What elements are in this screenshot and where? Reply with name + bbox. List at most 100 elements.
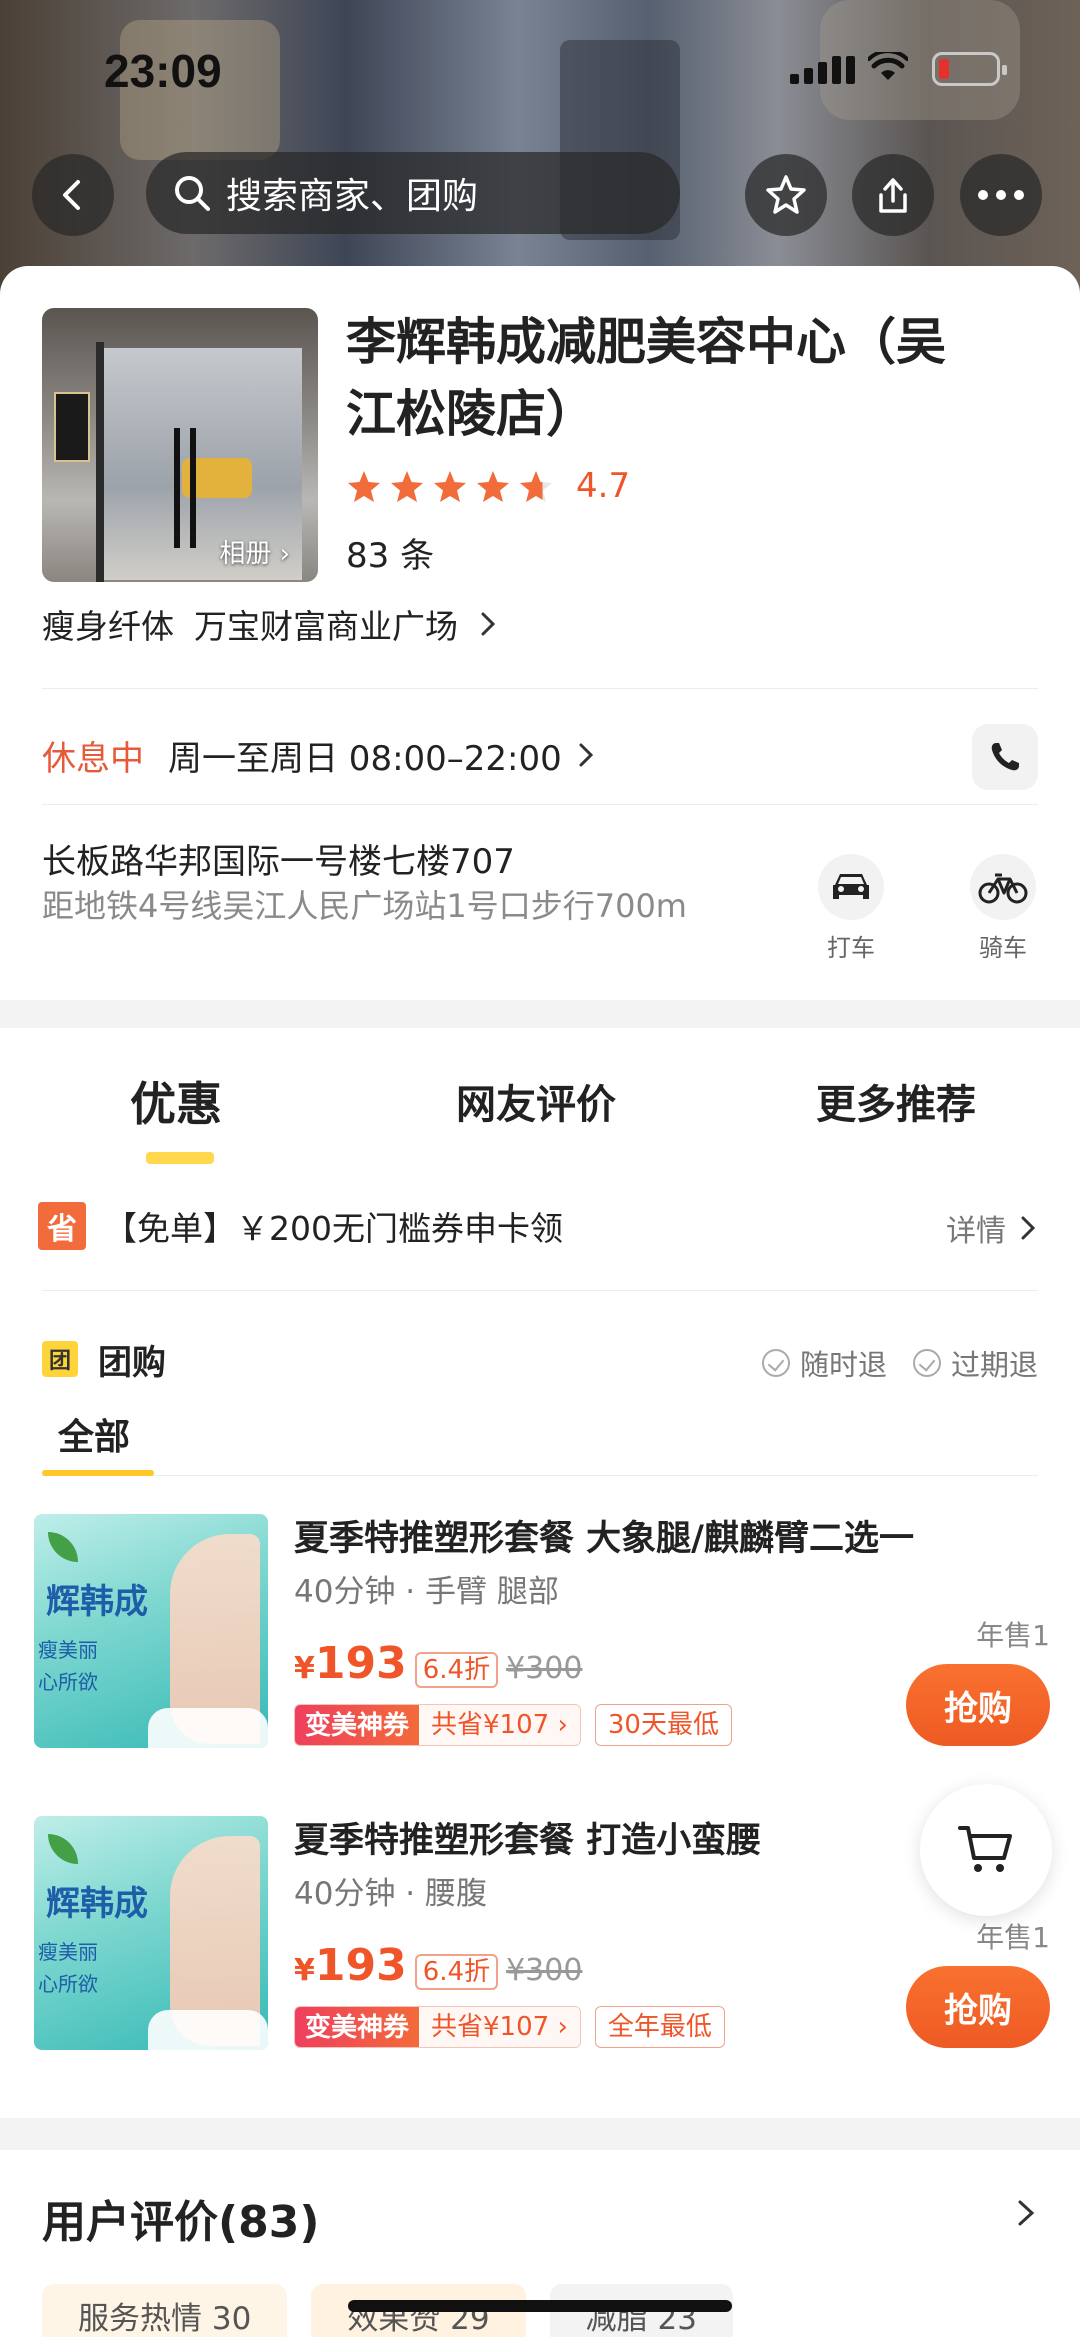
shop-name-line2: 江松陵店） bbox=[346, 385, 596, 443]
section-tabs: 优惠 网友评价 更多推荐 bbox=[0, 1068, 1080, 1164]
tab-recommend[interactable]: 更多推荐 bbox=[816, 1072, 976, 1130]
deal-image: 辉韩成 瘦美丽 心所欲 bbox=[34, 1816, 268, 2050]
phone-button[interactable] bbox=[972, 724, 1038, 790]
lowest-price-tag: 全年最低 bbox=[594, 2006, 725, 2048]
subtab-all[interactable]: 全部 bbox=[58, 1408, 130, 1460]
deal-item[interactable]: 辉韩成 瘦美丽 心所欲 夏季特推塑形套餐 大象腿/麒麟臂二选一 40分钟 · 手臂… bbox=[34, 1514, 1080, 1750]
top-nav: 搜索商家、团购 bbox=[0, 152, 1080, 240]
coupon-row[interactable]: 省 【免单】￥200无门槛券申卡领 详情 bbox=[38, 1198, 1038, 1254]
group-buy-title: 团购 bbox=[98, 1342, 166, 1383]
business-hours-row[interactable]: 休息中 周一至周日 08:00–22:00 bbox=[42, 720, 1038, 790]
rating-stars bbox=[346, 468, 566, 508]
buy-button[interactable]: 抢购 bbox=[906, 1664, 1050, 1746]
check-circle-icon bbox=[761, 1349, 790, 1377]
tab-offers[interactable]: 优惠 bbox=[130, 1068, 222, 1134]
shop-category: 瘦身纤体 bbox=[42, 607, 174, 646]
deal-meta: 40分钟 · 腰腹 bbox=[294, 1876, 488, 1912]
refund-policies: 随时退 过期退 bbox=[761, 1342, 1038, 1384]
deals-section: 优惠 网友评价 更多推荐 省 【免单】￥200无门槛券申卡领 详情 团 团购 随… bbox=[0, 1028, 1080, 2118]
star-outline-icon bbox=[766, 175, 806, 214]
wifi-icon bbox=[868, 52, 908, 80]
shop-address[interactable]: 长板路华邦国际一号楼七楼707 bbox=[42, 834, 515, 883]
divider bbox=[42, 688, 1038, 689]
shop-photo[interactable]: 相册 › bbox=[42, 308, 318, 582]
coupon-tag[interactable]: 变美神券 共省¥107 › bbox=[294, 1704, 581, 1746]
more-dots-icon bbox=[978, 190, 1024, 200]
back-button[interactable] bbox=[32, 154, 114, 236]
group-buy-icon: 团 bbox=[42, 1341, 78, 1377]
subtab-indicator bbox=[42, 1470, 154, 1476]
search-placeholder: 搜索商家、团购 bbox=[226, 176, 479, 217]
price-value: 193 bbox=[314, 1940, 407, 1991]
taxi-label: 打车 bbox=[827, 934, 875, 962]
deal-image: 辉韩成 瘦美丽 心所欲 bbox=[34, 1514, 268, 1748]
chevron-right-icon bbox=[1021, 1216, 1036, 1240]
bike-button[interactable]: 骑车 bbox=[968, 854, 1038, 963]
bike-label: 骑车 bbox=[979, 934, 1027, 962]
annual-sales: 年售1 bbox=[976, 1619, 1050, 1652]
chevron-right-icon bbox=[481, 612, 496, 636]
shop-mall: 万宝财富商业广场 bbox=[194, 607, 458, 646]
cellular-signal-icon bbox=[790, 56, 855, 84]
cart-button[interactable] bbox=[920, 1784, 1052, 1916]
chevron-left-icon bbox=[63, 180, 80, 210]
buy-button[interactable]: 抢购 bbox=[906, 1966, 1050, 2048]
refund-expired: 过期退 bbox=[912, 1342, 1038, 1384]
hours-text: 周一至周日 08:00–22:00 bbox=[168, 738, 562, 779]
coupon-tag[interactable]: 变美神券 共省¥107 › bbox=[294, 2006, 581, 2048]
price-value: 193 bbox=[314, 1638, 407, 1689]
shop-info-card: 相册 › 李辉韩成减肥美容中心（吴 江松陵店） 4.7 83 条 瘦身纤体 万宝… bbox=[0, 266, 1080, 1000]
album-link[interactable]: 相册 › bbox=[219, 533, 290, 570]
active-tab-indicator bbox=[146, 1152, 214, 1164]
coupon-detail-link[interactable]: 详情 bbox=[946, 1206, 1038, 1250]
annual-sales: 年售1 bbox=[976, 1921, 1050, 1954]
coupon-detail-label: 详情 bbox=[946, 1214, 1006, 1249]
subway-distance: 距地铁4号线吴江人民广场站1号口步行700m bbox=[42, 887, 687, 925]
refund-anytime: 随时退 bbox=[761, 1342, 887, 1384]
reviews-title[interactable]: 用户评价(83) bbox=[42, 2186, 319, 2250]
deal-meta: 40分钟 · 手臂 腿部 bbox=[294, 1574, 559, 1610]
battery-icon bbox=[932, 52, 1007, 86]
deal-tags: 变美神券 共省¥107 › 全年最低 bbox=[294, 2006, 725, 2048]
hours-status: 休息中 bbox=[42, 738, 144, 779]
shop-category-location[interactable]: 瘦身纤体 万宝财富商业广场 bbox=[42, 600, 498, 648]
chevron-right-icon[interactable] bbox=[1014, 2196, 1038, 2230]
status-bar: 23:09 bbox=[0, 0, 1080, 140]
divider bbox=[42, 804, 1038, 805]
original-price: ¥300 bbox=[506, 1953, 583, 1988]
status-time: 23:09 bbox=[104, 45, 222, 97]
phone-icon bbox=[991, 743, 1019, 771]
deal-tags: 变美神券 共省¥107 › 30天最低 bbox=[294, 1704, 732, 1746]
search-input[interactable]: 搜索商家、团购 bbox=[146, 152, 680, 234]
divider bbox=[42, 1290, 1038, 1291]
coupon-text: 【免单】￥200无门槛券申卡领 bbox=[104, 1209, 563, 1248]
home-indicator[interactable] bbox=[348, 2300, 732, 2312]
share-icon bbox=[879, 178, 907, 213]
check-circle-icon bbox=[912, 1349, 941, 1377]
deal-price: ¥ 193 6.4折 ¥300 bbox=[294, 1638, 583, 1689]
lowest-price-tag: 30天最低 bbox=[594, 1704, 732, 1746]
deal-price: ¥ 193 6.4折 ¥300 bbox=[294, 1940, 583, 1991]
share-button[interactable] bbox=[852, 154, 934, 236]
search-icon bbox=[175, 176, 210, 211]
star-rating-icon bbox=[348, 471, 552, 502]
save-badge-icon: 省 bbox=[38, 1202, 86, 1250]
deal-title: 夏季特推塑形套餐 大象腿/麒麟臂二选一 bbox=[294, 1519, 914, 1559]
cart-icon bbox=[958, 1826, 1012, 1872]
review-tag-chip[interactable]: 服务热情 30 bbox=[42, 2284, 288, 2337]
divider bbox=[42, 1475, 1038, 1476]
original-price: ¥300 bbox=[506, 1651, 583, 1686]
tab-reviews[interactable]: 网友评价 bbox=[456, 1072, 616, 1130]
favorite-button[interactable] bbox=[745, 154, 827, 236]
discount-badge: 6.4折 bbox=[414, 1652, 499, 1688]
taxi-button[interactable]: 打车 bbox=[816, 854, 886, 963]
rating-score: 4.7 bbox=[576, 466, 631, 506]
more-button[interactable] bbox=[960, 154, 1042, 236]
chevron-right-icon bbox=[579, 743, 593, 767]
review-count[interactable]: 83 条 bbox=[346, 528, 434, 577]
discount-badge: 6.4折 bbox=[414, 1954, 499, 1990]
group-buy-header: 团 团购 随时退 过期退 bbox=[42, 1334, 1038, 1384]
car-icon bbox=[833, 874, 869, 899]
deal-title: 夏季特推塑形套餐 打造小蛮腰 bbox=[294, 1821, 762, 1861]
shop-name-line1: 李辉韩成减肥美容中心（吴 bbox=[346, 313, 946, 371]
